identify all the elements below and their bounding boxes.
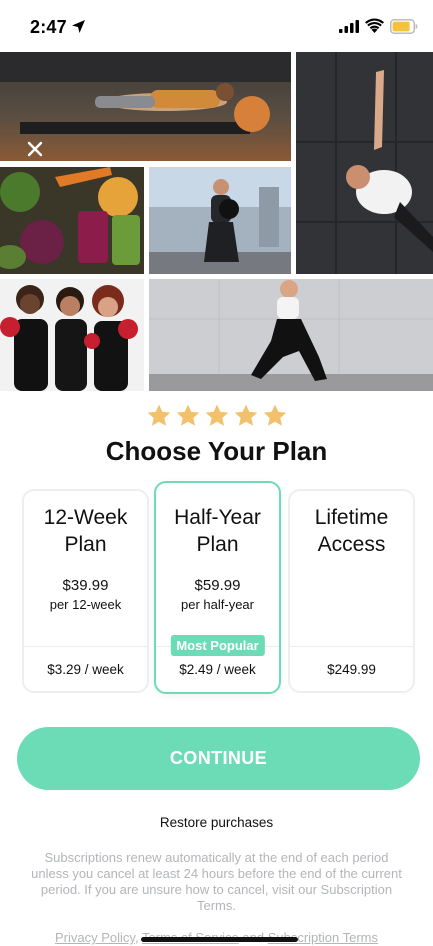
plan-weekly-price: $3.29 / week (47, 662, 124, 677)
plan-total-price: $249.99 (327, 662, 376, 677)
star-icon (176, 404, 199, 426)
plan-price: $39.99 (62, 577, 109, 594)
photo-collage (0, 52, 433, 391)
privacy-policy-link[interactable]: Privacy Policy (55, 930, 135, 945)
plan-price: $59.99 (194, 577, 241, 594)
star-icon (234, 404, 257, 426)
home-indicator (141, 937, 298, 942)
subscription-disclaimer: Subscriptions renew automatically at the… (31, 850, 402, 913)
wifi-icon (365, 18, 384, 33)
side-plank-photo (296, 52, 433, 274)
most-popular-badge: Most Popular (170, 635, 265, 656)
close-icon (27, 141, 43, 157)
plan-name-line2: Access (317, 533, 386, 556)
continue-button[interactable]: CONTINUE (17, 727, 420, 790)
kettlebell-squat-photo (149, 167, 291, 274)
star-icon (263, 404, 286, 426)
star-icon (205, 404, 228, 426)
page-title: Choose Your Plan (105, 436, 328, 466)
plan-name: Lifetime Access (290, 504, 413, 558)
location-arrow-icon (72, 20, 85, 33)
status-time: 2:47 (30, 17, 67, 37)
plan-card-lifetime[interactable]: Lifetime Access $249.99 (288, 489, 415, 693)
plan-name: 12-Week Plan (24, 504, 147, 558)
plan-name-line2: Plan (64, 533, 107, 556)
plan-period: per 12-week (49, 597, 122, 612)
plan-name: Half-Year Plan (156, 504, 279, 558)
rating-stars (0, 403, 433, 429)
plan-name-line2: Plan (196, 533, 239, 556)
plan-name-line1: Half-Year (174, 506, 261, 529)
healthy-food-photo (0, 167, 144, 274)
plan-card-12-week[interactable]: 12-Week Plan $39.99 per 12-week $3.29 / … (22, 489, 149, 693)
plan-name-line1: Lifetime (314, 506, 389, 529)
status-bar: 2:47 (0, 0, 433, 52)
card-divider (24, 646, 147, 647)
close-button[interactable] (22, 136, 48, 162)
card-divider (290, 646, 413, 647)
cellular-signal-icon (339, 20, 359, 33)
plan-period: per half-year (181, 597, 254, 612)
plan-options: 12-Week Plan $39.99 per 12-week $3.29 / … (0, 481, 433, 696)
restore-purchases-link[interactable]: Restore purchases (0, 815, 433, 830)
group-boxing-photo (0, 279, 144, 391)
plan-name-line1: 12-Week (43, 506, 128, 529)
star-icon (147, 404, 170, 426)
plan-weekly-price: $2.49 / week (179, 662, 256, 677)
walking-lunge-photo (149, 279, 433, 391)
plan-card-half-year[interactable]: Half-Year Plan $59.99 per half-year Most… (154, 481, 281, 694)
battery-icon (390, 19, 418, 34)
